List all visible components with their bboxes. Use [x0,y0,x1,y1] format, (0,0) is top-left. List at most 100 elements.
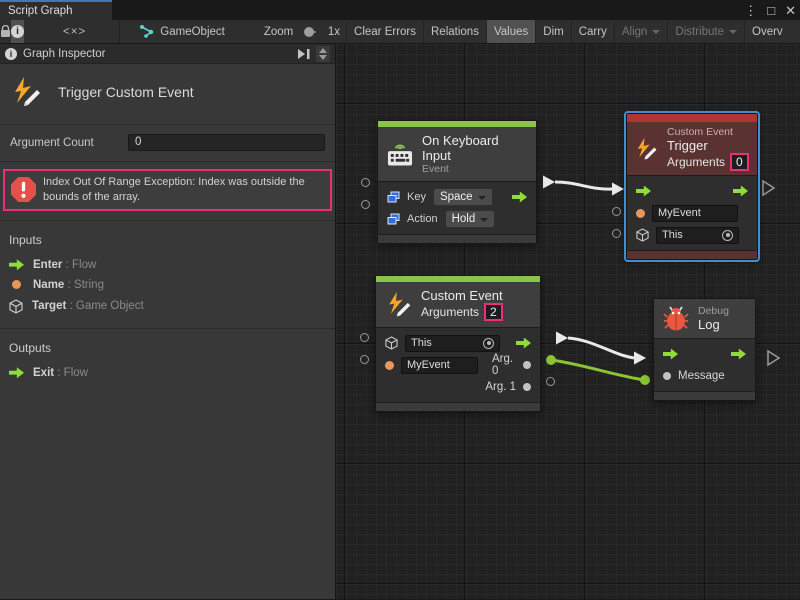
input-port[interactable] [612,229,621,238]
flow-continue-icon[interactable] [768,351,779,365]
input-port[interactable] [360,355,369,364]
flow-output-port[interactable] [512,192,527,203]
arguments-count-box[interactable]: 0 [730,153,749,171]
node-footer [376,402,540,411]
code-icon: <×> [63,26,86,38]
input-port[interactable] [612,207,621,216]
target-field[interactable]: This [405,335,500,352]
string-port[interactable] [636,209,645,218]
close-icon[interactable]: ✕ [785,4,796,17]
port-row-enter: Enter : Flow [0,255,335,275]
toolbar-right-buttons: Clear Errors Relations Values Dim Carry … [346,20,800,43]
values-button[interactable]: Values [486,20,535,43]
outputs-header: Outputs [0,335,335,363]
overview-button[interactable]: Overv [744,20,800,43]
chevron-down-icon [729,30,737,34]
lock-button[interactable] [0,20,11,43]
wire-keyboard-to-trigger[interactable] [555,182,612,189]
arguments-count-box[interactable]: 2 [484,303,503,321]
dim-button[interactable]: Dim [535,20,570,43]
flow-output-port[interactable] [731,349,746,360]
node-header: On Keyboard Input Event [378,127,536,182]
input-port[interactable] [361,178,370,187]
node-title: Trigger [667,138,749,153]
wire-arg0-to-message[interactable] [551,360,645,380]
panel-stepper[interactable] [316,46,330,62]
unit-title: Trigger Custom Event [58,84,194,100]
node-body: Key Space Action Hold [378,182,536,234]
port-type: : Flow [57,367,88,379]
port-row-name: Name : String [0,275,335,295]
tab-script-graph[interactable]: Script Graph [0,0,112,20]
node-title: Log [698,317,729,332]
menu-icon[interactable]: ⋮ [744,4,757,17]
message-row: Message [654,365,755,387]
flow-continue-icon[interactable] [763,181,774,195]
arg1-row: Arg. 1 [376,376,540,398]
arg0-output-port[interactable] [523,361,531,369]
custom-event-icon [634,137,658,161]
graph-canvas[interactable]: On Keyboard Input Event Key Space [336,44,800,599]
cube-icon [385,336,398,350]
flow-input-port[interactable] [636,186,651,197]
port-name: Target [32,300,66,312]
distribute-button[interactable]: Distribute [667,20,744,43]
arg1-output-port[interactable] [523,383,531,391]
message-input-port[interactable] [663,372,671,380]
key-value: Space [440,191,473,203]
custom-event-icon [385,291,412,318]
key-dropdown[interactable]: Space [433,188,493,206]
port-name: Exit [33,367,54,379]
event-name-input[interactable]: MyEvent [401,357,478,374]
action-dropdown[interactable]: Hold [445,210,496,228]
object-picker-icon[interactable] [722,230,733,241]
chevron-down-icon [652,30,660,34]
node-custom-event[interactable]: Custom Event Arguments 2 This [375,275,541,412]
dock-icon[interactable] [298,49,310,59]
zoom-label: Zoom [258,20,299,43]
flow-row [627,180,757,202]
input-port[interactable] [361,200,370,209]
argument-count-input[interactable]: 0 [128,134,325,151]
string-port[interactable] [385,361,394,370]
zoom-slider-handle[interactable] [304,27,314,37]
event-name-row: MyEvent [627,202,757,224]
carry-button[interactable]: Carry [571,20,614,43]
align-button[interactable]: Align [614,20,668,43]
object-picker-icon[interactable] [483,338,494,349]
info-icon: i [5,48,17,60]
window-cascade-icon [387,191,400,203]
node-debug-log[interactable]: Debug Log Message [653,298,756,401]
arguments-label: Arguments [421,305,479,319]
value-wire-endpoint [640,375,650,385]
values-label: Values [494,26,528,38]
wire-event-to-debug[interactable] [568,338,634,358]
string-port-icon [12,280,21,289]
graph-target-label: GameObject [160,26,225,38]
flow-output-port[interactable] [516,338,531,349]
wire-end-arrow [612,183,624,196]
maximize-icon[interactable]: □ [767,4,775,17]
keyboard-icon [387,141,413,167]
node-trigger-custom-event[interactable]: Custom Event Trigger Arguments 0 MyEvent [626,113,758,260]
preview-code-button[interactable]: <×> [56,20,93,43]
key-row: Key Space [378,186,536,208]
port-type: : Game Object [70,300,144,312]
node-on-keyboard-input[interactable]: On Keyboard Input Event Key Space [377,120,537,244]
clear-errors-button[interactable]: Clear Errors [346,20,423,43]
inspector-toggle-button[interactable]: i [11,20,24,43]
error-message-text: Index Out Of Range Exception: Index was … [43,175,324,205]
zoom-slider[interactable] [305,31,316,33]
flow-input-port[interactable] [663,349,678,360]
graph-target-button[interactable]: GameObject [133,20,232,43]
chevron-down-icon [478,196,486,200]
event-name-input[interactable]: MyEvent [652,205,738,222]
input-port[interactable] [360,333,369,342]
inputs-header: Inputs [0,227,335,255]
dim-label: Dim [543,26,563,38]
relations-button[interactable]: Relations [423,20,486,43]
flow-output-port[interactable] [733,186,748,197]
wire-start-arrow [543,176,555,189]
target-field[interactable]: This [656,227,739,244]
output-port[interactable] [546,377,555,386]
